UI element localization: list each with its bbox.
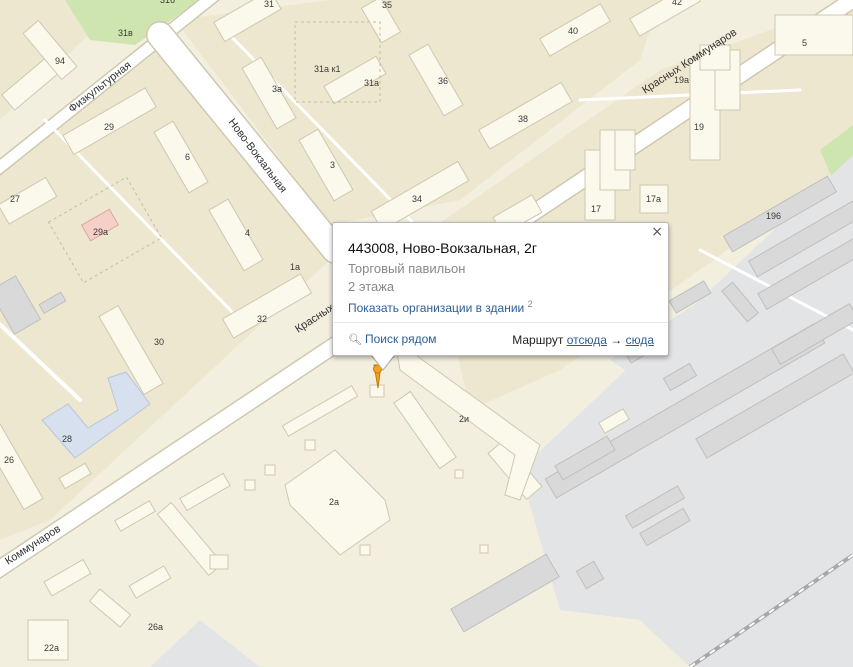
building-label: 35 [382,0,392,10]
route-to-link[interactable]: сюда [626,333,654,347]
building-label: 34 [412,194,422,204]
close-icon[interactable]: × [651,225,663,239]
building-label: 30 [154,337,164,347]
building-label: 17а [646,194,661,204]
building-label: 28 [62,434,72,444]
building-label: 22а [44,643,59,653]
route-controls: Маршрут отсюда → сюда [512,333,654,347]
building-label: 36 [438,76,448,86]
search-nearby-label[interactable]: Поиск рядом [365,332,437,346]
building-label: 17 [591,204,601,214]
building-label: 31а к1 [314,64,340,74]
popup-tail [372,355,394,369]
building-label: 29 [104,122,114,132]
building-label: 5 [802,38,807,48]
building-label: 38 [518,114,528,124]
building-label: 27 [10,194,20,204]
building-label: 31 [264,0,274,9]
building-label: 32 [257,314,267,324]
show-organizations-label[interactable]: Показать организации в здании [348,301,524,315]
building-label: 40 [568,26,578,36]
building-label: 4 [245,228,250,238]
search-nearby-link[interactable]: 🔍︎ Поиск рядом [348,332,437,346]
building-label: 2и [459,414,469,424]
popup-divider [333,322,668,323]
building-label: 6 [185,152,190,162]
show-organizations-link[interactable]: Показать организации в здании 2 [348,299,533,315]
organizations-count: 2 [527,299,533,309]
building-label: 31в [118,28,133,38]
building-label: 42 [672,0,682,7]
building-label: 19 [694,122,704,132]
route-arrow: → [610,333,623,347]
route-from-link[interactable]: отсюда [567,333,607,347]
popup-floors: 2 этажа [348,279,395,294]
building-label: 29а [93,227,108,237]
building-label: 196 [766,211,781,221]
building-label: 316 [160,0,175,5]
route-label: Маршрут [512,333,564,347]
popup-address: 443008, Ново-Вокзальная, 2г [348,240,537,256]
building-label: 26 [4,455,14,465]
popup-building-type: Торговый павильон [348,261,466,276]
building-label: 3а [272,84,282,94]
info-popup: × 443008, Ново-Вокзальная, 2г Торговый п… [332,222,669,356]
building-label: 94 [55,56,65,66]
building-label: 1а [290,262,300,272]
building-label: 26а [148,622,163,632]
building-label: 2а [329,497,339,507]
search-icon: 🔍︎ [348,333,362,346]
building-label: 3 [330,160,335,170]
building-label: 31а [364,78,379,88]
